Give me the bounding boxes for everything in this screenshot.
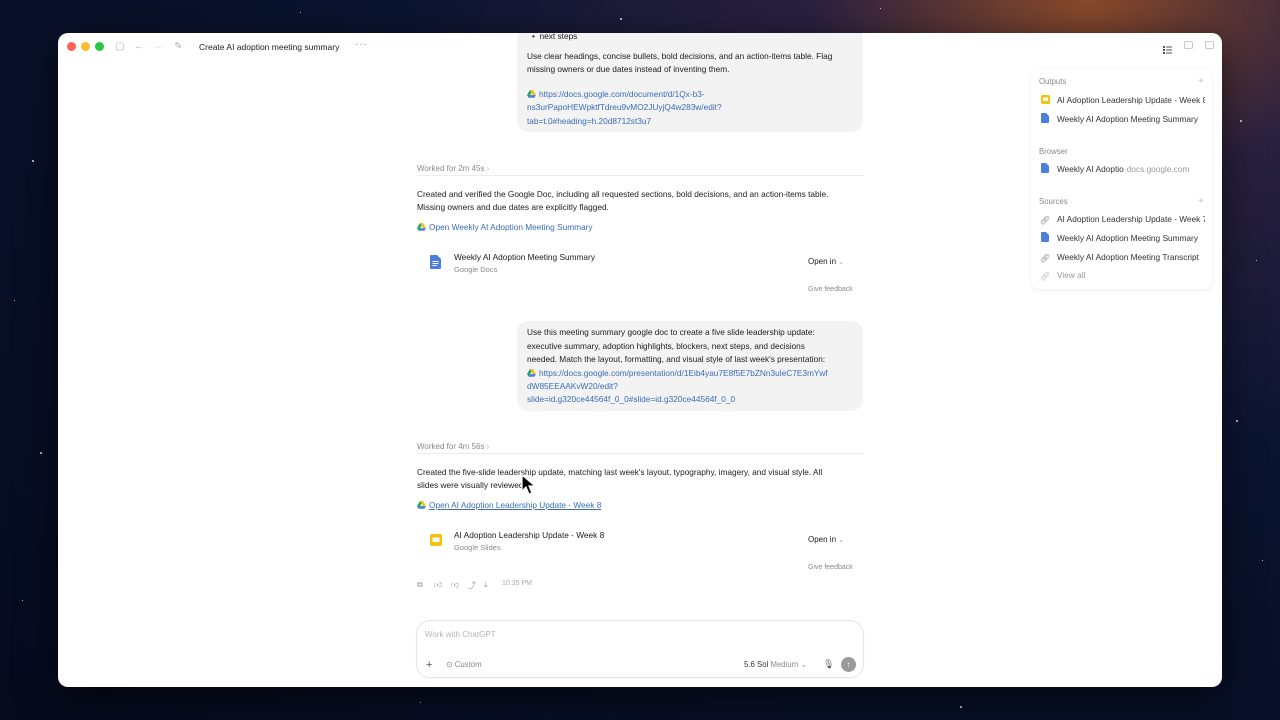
thumbs-down-icon[interactable]: 👎︎: [451, 580, 459, 590]
send-button[interactable]: ↑: [841, 657, 856, 672]
presentation-url-link[interactable]: slide=id.g320ce44564f_0_0#slide=id.g320c…: [527, 393, 735, 406]
link-icon: 🔗︎: [1039, 270, 1051, 281]
assistant-message-line: slides were visually reviewed.: [417, 480, 526, 490]
mouse-cursor-icon: [521, 474, 537, 495]
worked-duration-toggle[interactable]: Worked for 2m 45s ›: [417, 164, 489, 173]
view-all-link[interactable]: 🔗︎ View all: [1039, 268, 1205, 282]
outputs-heading: Outputs: [1039, 77, 1067, 86]
chevron-down-icon: ⌄: [838, 259, 845, 266]
chevron-down-icon: ⌄: [838, 537, 845, 544]
give-feedback-link[interactable]: Give feedback: [808, 564, 853, 571]
add-source-icon[interactable]: +: [1198, 197, 1204, 207]
source-item[interactable]: 🔗︎ Weekly AI Adoption Meeting Transcript: [1039, 250, 1205, 264]
divider: [417, 175, 863, 176]
docs-icon: [1039, 162, 1051, 176]
add-attachment-icon[interactable]: +: [426, 659, 432, 671]
google-drive-icon: [417, 223, 426, 231]
card-title: Weekly AI Adoption Meeting Summary: [454, 252, 595, 262]
source-item[interactable]: Weekly AI Adoption Meeting Summary: [1039, 231, 1205, 245]
link-icon: 🔗︎: [1039, 214, 1051, 225]
composer: Work with ChatGPT + ⊙ Custom 5.6 Sol Med…: [416, 620, 864, 678]
slides-card[interactable]: AI Adoption Leadership Update - Week 8 G…: [417, 524, 863, 556]
give-feedback-link[interactable]: Give feedback: [808, 286, 853, 293]
message-line: needed. Match the layout, formatting, an…: [527, 354, 826, 364]
google-slides-icon: [430, 534, 442, 546]
share-icon[interactable]: ⤴: [468, 580, 476, 591]
download-icon[interactable]: ⤓: [484, 580, 488, 590]
google-docs-icon: [430, 255, 441, 269]
microphone-icon[interactable]: 🎙︎: [823, 659, 834, 670]
divider: [417, 453, 863, 454]
doc-url-link[interactable]: tab=t.0#heading=h.20d8712st3u7: [527, 115, 651, 128]
assistant-message-line: Created the five-slide leadership update…: [417, 467, 823, 477]
assistant-message-line: Created and verified the Google Doc, inc…: [417, 189, 829, 199]
chat-input[interactable]: Work with ChatGPT: [425, 630, 496, 639]
output-item[interactable]: Weekly AI Adoption Meeting Summary: [1039, 112, 1205, 126]
doc-card[interactable]: Weekly AI Adoption Meeting Summary Googl…: [417, 246, 863, 278]
mode-selector[interactable]: ⊙ Custom: [446, 660, 482, 669]
chevron-down-icon: ⌄: [800, 660, 807, 669]
browser-tab-item[interactable]: Weekly AI Adoptio docs.google.com: [1039, 162, 1205, 176]
message-line: executive summary, adoption highlights, …: [527, 341, 805, 351]
model-selector[interactable]: 5.6 Sol Medium ⌄: [744, 660, 807, 669]
presentation-url-link[interactable]: dW85EEAAKvW20/edit?: [527, 380, 618, 393]
custom-mode-icon: ⊙: [446, 660, 453, 669]
link-icon: 🔗︎: [1039, 252, 1051, 263]
doc-url-link[interactable]: https://docs.google.com/document/d/1Qx-b…: [527, 88, 705, 101]
copy-icon[interactable]: ⧉: [417, 580, 423, 590]
thumbs-up-icon[interactable]: 👍︎: [434, 580, 442, 590]
browser-heading: Browser: [1039, 147, 1068, 156]
chevron-right-icon: ›: [486, 442, 490, 451]
message-line: missing owners or due dates instead of i…: [527, 64, 730, 74]
open-doc-link[interactable]: Open Weekly AI Adoption Meeting Summary: [417, 221, 593, 234]
message-timestamp: 10:35 PM: [502, 580, 532, 587]
chevron-right-icon: ›: [486, 164, 490, 173]
worked-duration-toggle[interactable]: Worked for 4m 56s ›: [417, 442, 489, 451]
presentation-url-link[interactable]: https://docs.google.com/presentation/d/1…: [527, 367, 828, 380]
google-drive-icon: [527, 90, 536, 98]
card-title: AI Adoption Leadership Update - Week 8: [454, 530, 605, 540]
docs-icon: [1039, 112, 1051, 126]
open-in-dropdown[interactable]: Open in ⌄: [808, 535, 844, 544]
docs-icon: [1039, 231, 1051, 245]
app-window: ▢ ← → ✎ Create AI adoption meeting summa…: [58, 33, 1222, 687]
add-output-icon[interactable]: +: [1198, 77, 1204, 87]
doc-url-link[interactable]: ns3urPapoHEWpktfTdreu9vMO2JUyjQ4w283w/ed…: [527, 101, 722, 114]
message-line: Use this meeting summary google doc to c…: [527, 327, 815, 337]
source-item[interactable]: 🔗︎ AI Adoption Leadership Update - Week 7: [1039, 212, 1205, 226]
card-subtitle: Google Docs: [454, 265, 498, 274]
sources-heading: Sources: [1039, 197, 1068, 206]
artifacts-panel: Outputs + AI Adoption Leadership Update …: [1031, 69, 1212, 289]
assistant-message-line: Missing owners and due dates are explici…: [417, 202, 609, 212]
message-line: Use clear headings, concise bullets, bol…: [527, 51, 833, 61]
google-drive-icon: [527, 369, 536, 377]
open-slides-link[interactable]: Open AI Adoption Leadership Update - Wee…: [417, 499, 601, 512]
open-in-dropdown[interactable]: Open in ⌄: [808, 257, 844, 266]
card-subtitle: Google Slides: [454, 543, 501, 552]
output-item[interactable]: AI Adoption Leadership Update - Week 8: [1039, 93, 1205, 107]
slides-icon: [1039, 94, 1051, 107]
bullet-item: • next steps: [532, 33, 578, 41]
google-drive-icon: [417, 501, 426, 509]
